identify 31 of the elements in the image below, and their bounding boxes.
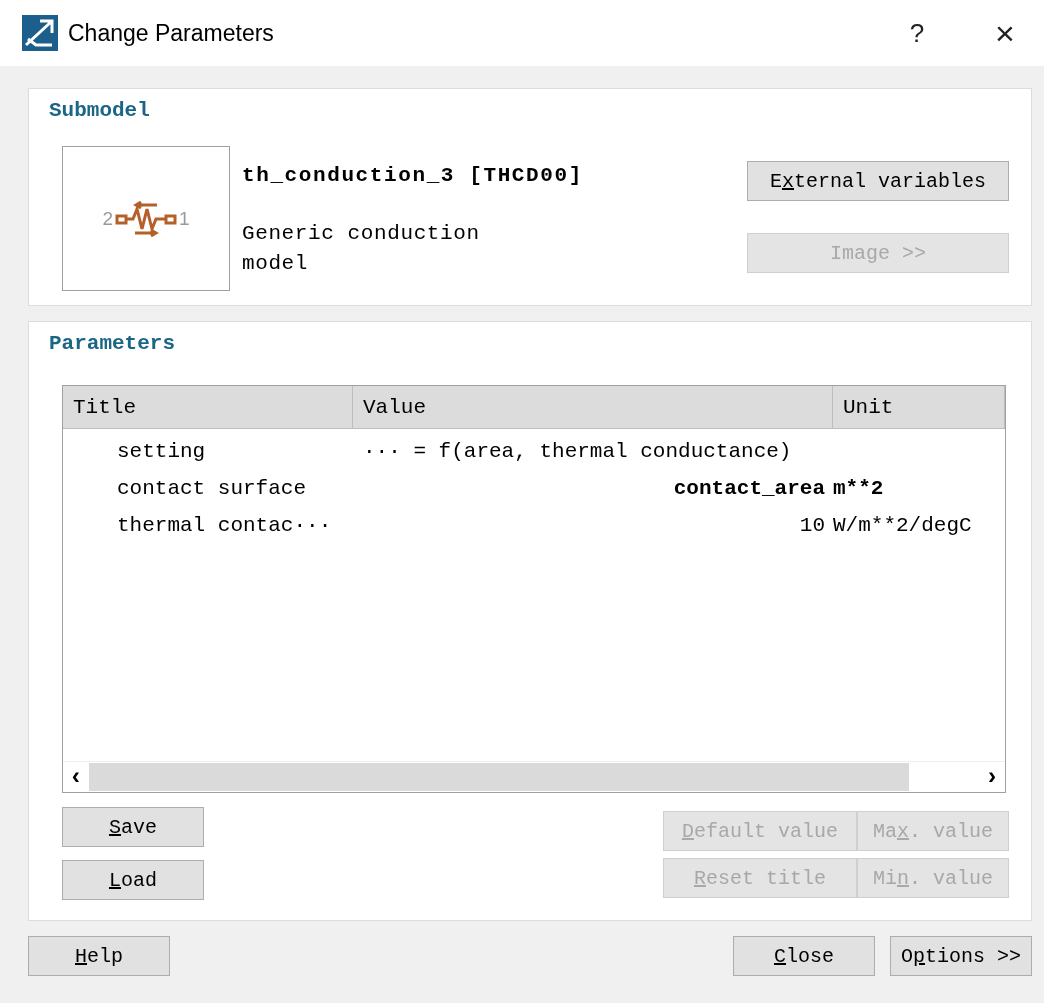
scroll-left-arrow[interactable]: ‹ bbox=[63, 763, 89, 791]
table-cell: ··· = f(area, thermal conductance) bbox=[363, 440, 792, 463]
scrollbar-thumb[interactable] bbox=[89, 763, 909, 791]
resistor-symbol-icon bbox=[115, 198, 177, 239]
action-button[interactable]: Save bbox=[62, 807, 204, 847]
port-label: 1 bbox=[179, 207, 190, 230]
close-button[interactable]: × bbox=[980, 13, 1030, 53]
app-logo-icon bbox=[22, 15, 58, 51]
port-label: 2 bbox=[102, 207, 113, 230]
column-header[interactable]: Value bbox=[353, 386, 833, 428]
action-button[interactable]: External variables bbox=[747, 161, 1009, 201]
table-cell: contact_area bbox=[673, 477, 825, 500]
table-cell: m**2 bbox=[833, 477, 884, 500]
scroll-right-arrow[interactable]: › bbox=[979, 763, 1005, 791]
table-cell: W/m**2/degC bbox=[833, 514, 972, 537]
dialog-button[interactable]: Options >> bbox=[890, 936, 1032, 976]
column-header[interactable]: Title bbox=[63, 386, 353, 428]
section-heading: Parameters bbox=[49, 332, 177, 355]
window-title: Change Parameters bbox=[68, 19, 274, 47]
dialog-button[interactable]: Close bbox=[733, 936, 875, 976]
table-cell: thermal contac··· bbox=[117, 514, 332, 537]
submodel-name: th_conduction_3 [THCD00] bbox=[242, 164, 584, 187]
dialog-button[interactable]: Help bbox=[28, 936, 170, 976]
submodel-description: Generic conduction model bbox=[242, 221, 481, 277]
table-cell: setting bbox=[117, 440, 206, 463]
help-button[interactable]: ? bbox=[892, 17, 942, 49]
action-button[interactable]: Load bbox=[62, 860, 204, 900]
section-heading: Submodel bbox=[49, 99, 151, 122]
table-cell: contact surface bbox=[117, 477, 307, 500]
table-cell: 10 bbox=[799, 514, 825, 537]
column-header[interactable]: Unit bbox=[833, 386, 1005, 428]
